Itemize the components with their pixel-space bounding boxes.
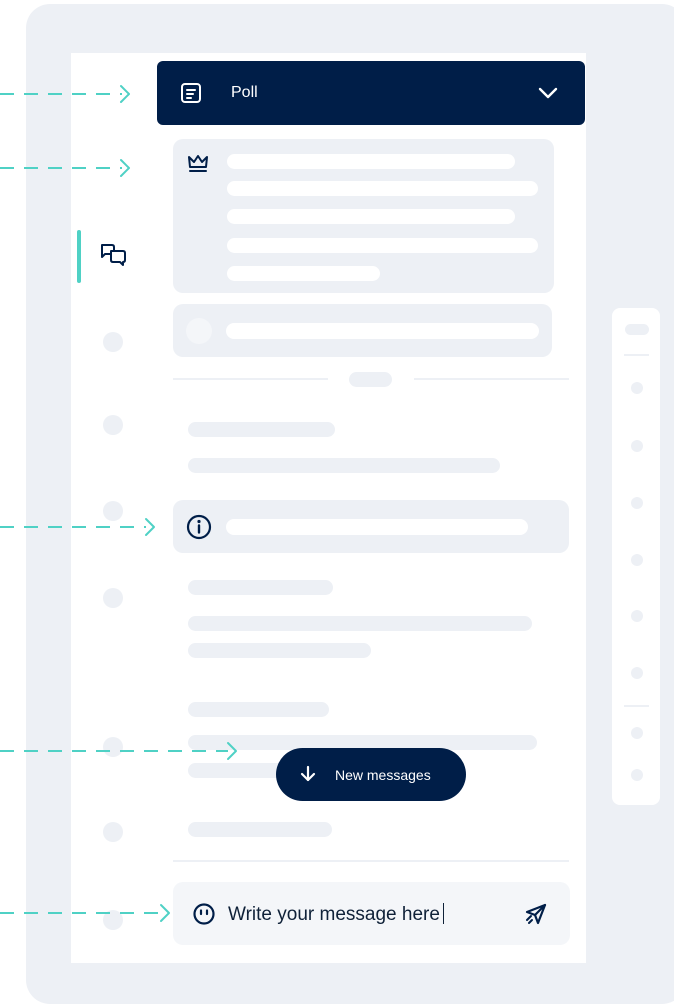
right-rail-item[interactable] bbox=[631, 497, 643, 509]
right-rail-item[interactable] bbox=[631, 440, 643, 452]
message-input[interactable]: Write your message here bbox=[173, 882, 570, 945]
right-rail-item[interactable] bbox=[631, 727, 643, 739]
right-rail-item[interactable] bbox=[631, 382, 643, 394]
crown-icon bbox=[188, 155, 208, 172]
sidebar-item-placeholder[interactable] bbox=[103, 332, 123, 352]
message-input-text: Write your message here bbox=[228, 903, 445, 926]
text-placeholder bbox=[227, 209, 515, 224]
text-placeholder bbox=[188, 580, 333, 595]
emoji-icon[interactable] bbox=[192, 902, 216, 926]
text-placeholder bbox=[188, 616, 532, 631]
text-placeholder bbox=[188, 702, 329, 717]
right-rail-divider bbox=[624, 354, 649, 356]
new-messages-label: New messages bbox=[335, 767, 431, 783]
sidebar-item-placeholder[interactable] bbox=[103, 588, 123, 608]
right-rail-item[interactable] bbox=[631, 769, 643, 781]
text-placeholder bbox=[188, 643, 371, 658]
callout-arrow bbox=[0, 742, 237, 760]
poll-title: Poll bbox=[231, 84, 258, 101]
right-rail-item[interactable] bbox=[631, 554, 643, 566]
chat-bubbles-icon bbox=[101, 244, 126, 266]
right-rail-item[interactable] bbox=[631, 610, 643, 622]
chevron-down-icon[interactable] bbox=[537, 84, 559, 102]
sidebar-item-placeholder[interactable] bbox=[103, 415, 123, 435]
new-messages-button[interactable]: New messages bbox=[276, 748, 466, 801]
text-placeholder bbox=[227, 181, 538, 196]
callout-arrow bbox=[0, 85, 130, 103]
text-placeholder bbox=[227, 238, 538, 253]
callout-arrow bbox=[0, 904, 170, 922]
send-icon[interactable] bbox=[523, 901, 549, 927]
sidebar-active-indicator bbox=[77, 230, 81, 283]
sidebar-item-chat[interactable] bbox=[95, 240, 131, 276]
callout-arrow bbox=[0, 518, 155, 536]
text-placeholder bbox=[227, 154, 515, 169]
info-icon bbox=[186, 514, 212, 540]
text-placeholder bbox=[226, 519, 528, 535]
text-placeholder bbox=[188, 822, 332, 837]
right-rail-item[interactable] bbox=[631, 667, 643, 679]
arrow-down-icon bbox=[300, 765, 316, 782]
text-placeholder bbox=[226, 323, 539, 339]
avatar bbox=[186, 318, 212, 344]
text-placeholder bbox=[188, 458, 500, 473]
text-placeholder bbox=[188, 422, 335, 437]
poll-header[interactable]: Poll bbox=[157, 61, 585, 125]
sidebar-item-placeholder[interactable] bbox=[103, 822, 123, 842]
right-rail-divider bbox=[624, 705, 649, 707]
right-rail-handle[interactable] bbox=[625, 324, 649, 335]
callout-arrow bbox=[0, 159, 130, 177]
input-divider bbox=[173, 860, 569, 862]
text-placeholder bbox=[227, 266, 380, 281]
poll-icon bbox=[181, 83, 201, 103]
